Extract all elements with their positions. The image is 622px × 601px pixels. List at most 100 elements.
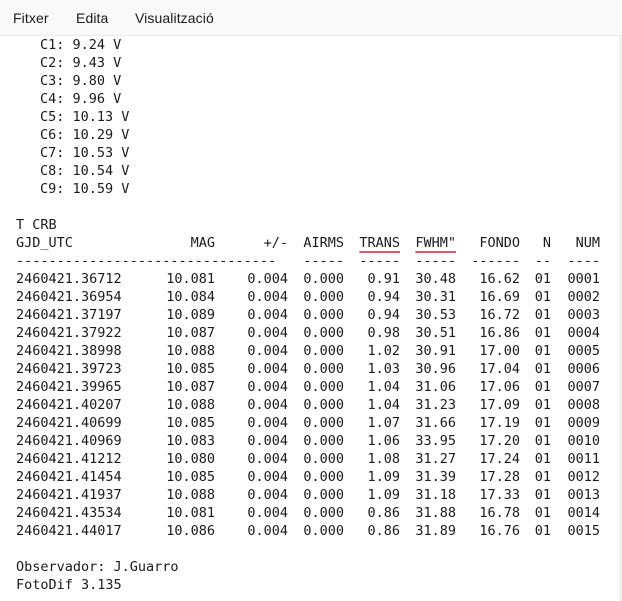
channel-voltage-line: C9: 10.59 V: [40, 181, 130, 197]
table-cell-trans: 0.91: [367, 271, 400, 287]
menu-file[interactable]: Fitxer: [13, 10, 49, 26]
column-header-trans: TRANS: [359, 235, 400, 251]
table-cell-num: 0003: [567, 307, 600, 323]
table-cell-trans: 0.86: [367, 523, 400, 539]
table-cell-n: 01: [534, 487, 551, 503]
table-cell-err: 0.004: [247, 379, 288, 395]
table-cell-airms: 0.000: [303, 325, 344, 341]
table-cell-gjd: 2460421.40699: [16, 415, 122, 431]
table-cell-fwhm: 31.18: [415, 487, 456, 503]
channel-voltage-line: C5: 10.13 V: [40, 109, 130, 125]
table-cell-fwhm: 31.06: [415, 379, 456, 395]
table-cell-mag: 10.087: [166, 379, 215, 395]
table-cell-trans: 1.02: [367, 343, 400, 359]
table-cell-num: 0008: [567, 397, 600, 413]
table-cell-fondo: 17.19: [479, 415, 520, 431]
table-cell-fwhm: 30.53: [415, 307, 456, 323]
column-header-fondo: FONDO: [479, 235, 520, 251]
table-cell-gjd: 2460421.41212: [16, 451, 122, 467]
table-cell-num: 0012: [567, 469, 600, 485]
table-cell-mag: 10.088: [166, 487, 215, 503]
table-cell-gjd: 2460421.39723: [16, 361, 122, 377]
table-cell-num: 0001: [567, 271, 600, 287]
table-cell-n: 01: [534, 289, 551, 305]
table-cell-num: 0014: [567, 505, 600, 521]
table-cell-num: 0015: [567, 523, 600, 539]
table-cell-num: 0004: [567, 325, 600, 341]
table-cell-airms: 0.000: [303, 523, 344, 539]
table-cell-err: 0.004: [247, 505, 288, 521]
table-cell-err: 0.004: [247, 289, 288, 305]
table-cell-mag: 10.083: [166, 433, 215, 449]
table-cell-fwhm: 30.48: [415, 271, 456, 287]
separator-gjd: --------------------------------: [16, 253, 277, 269]
menu-edit[interactable]: Edita: [76, 10, 108, 26]
table-cell-airms: 0.000: [303, 397, 344, 413]
table-cell-num: 0005: [567, 343, 600, 359]
separator-trans: -----: [359, 253, 400, 269]
table-cell-fondo: 17.09: [479, 397, 520, 413]
table-cell-num: 0010: [567, 433, 600, 449]
table-cell-fondo: 17.33: [479, 487, 520, 503]
table-cell-err: 0.004: [247, 451, 288, 467]
table-cell-mag: 10.087: [166, 325, 215, 341]
table-cell-gjd: 2460421.44017: [16, 523, 122, 539]
table-cell-fwhm: 30.91: [415, 343, 456, 359]
table-cell-n: 01: [534, 469, 551, 485]
table-cell-airms: 0.000: [303, 469, 344, 485]
table-cell-n: 01: [534, 379, 551, 395]
table-cell-err: 0.004: [247, 307, 288, 323]
column-header-gjd: GJD_UTC: [16, 235, 73, 251]
table-cell-fondo: 16.78: [479, 505, 520, 521]
table-cell-n: 01: [534, 505, 551, 521]
channel-voltage-line: C3: 9.80 V: [40, 73, 122, 89]
table-cell-fondo: 17.28: [479, 469, 520, 485]
table-cell-fwhm: 31.88: [415, 505, 456, 521]
table-cell-fondo: 17.20: [479, 433, 520, 449]
column-header-err: +/-: [263, 235, 288, 251]
table-cell-airms: 0.000: [303, 451, 344, 467]
table-cell-airms: 0.000: [303, 307, 344, 323]
separator-airms: -----: [303, 253, 344, 269]
software-version-line: FotoDif 3.135: [16, 577, 122, 593]
table-cell-trans: 1.04: [367, 397, 400, 413]
table-cell-fwhm: 31.66: [415, 415, 456, 431]
text-editor-area[interactable]: C1: 9.24 V C2: 9.43 V C3: 9.80 V C4: 9.96 V…: [0, 36, 622, 601]
table-cell-fwhm: 33.95: [415, 433, 456, 449]
table-cell-fondo: 16.72: [479, 307, 520, 323]
table-cell-num: 0006: [567, 361, 600, 377]
table-cell-fwhm: 30.31: [415, 289, 456, 305]
table-cell-fondo: 17.06: [479, 379, 520, 395]
table-cell-gjd: 2460421.43534: [16, 505, 122, 521]
table-cell-mag: 10.085: [166, 415, 215, 431]
table-cell-mag: 10.081: [166, 505, 215, 521]
menu-view[interactable]: Visualització: [135, 10, 214, 26]
table-cell-trans: 1.06: [367, 433, 400, 449]
separator-n: --: [534, 253, 551, 269]
table-cell-n: 01: [534, 433, 551, 449]
table-cell-err: 0.004: [247, 361, 288, 377]
table-cell-num: 0013: [567, 487, 600, 503]
table-cell-num: 0011: [567, 451, 600, 467]
table-cell-trans: 1.09: [367, 469, 400, 485]
table-cell-fondo: 17.24: [479, 451, 520, 467]
table-cell-n: 01: [534, 361, 551, 377]
table-cell-fondo: 16.86: [479, 325, 520, 341]
table-cell-fwhm: 31.27: [415, 451, 456, 467]
table-cell-mag: 10.080: [166, 451, 215, 467]
channel-voltage-line: C8: 10.54 V: [40, 163, 130, 179]
channel-voltage-line: C2: 9.43 V: [40, 55, 122, 71]
separator-fondo: ------: [471, 253, 520, 269]
table-cell-gjd: 2460421.36954: [16, 289, 122, 305]
menu-bar: Fitxer Edita Visualització: [0, 0, 622, 36]
table-cell-err: 0.004: [247, 343, 288, 359]
table-cell-err: 0.004: [247, 397, 288, 413]
table-cell-airms: 0.000: [303, 505, 344, 521]
table-cell-fondo: 17.04: [479, 361, 520, 377]
column-header-n: N: [542, 235, 551, 251]
table-cell-err: 0.004: [247, 487, 288, 503]
table-cell-trans: 1.07: [367, 415, 400, 431]
table-cell-fondo: 16.69: [479, 289, 520, 305]
table-cell-gjd: 2460421.37197: [16, 307, 122, 323]
table-cell-gjd: 2460421.39965: [16, 379, 122, 395]
